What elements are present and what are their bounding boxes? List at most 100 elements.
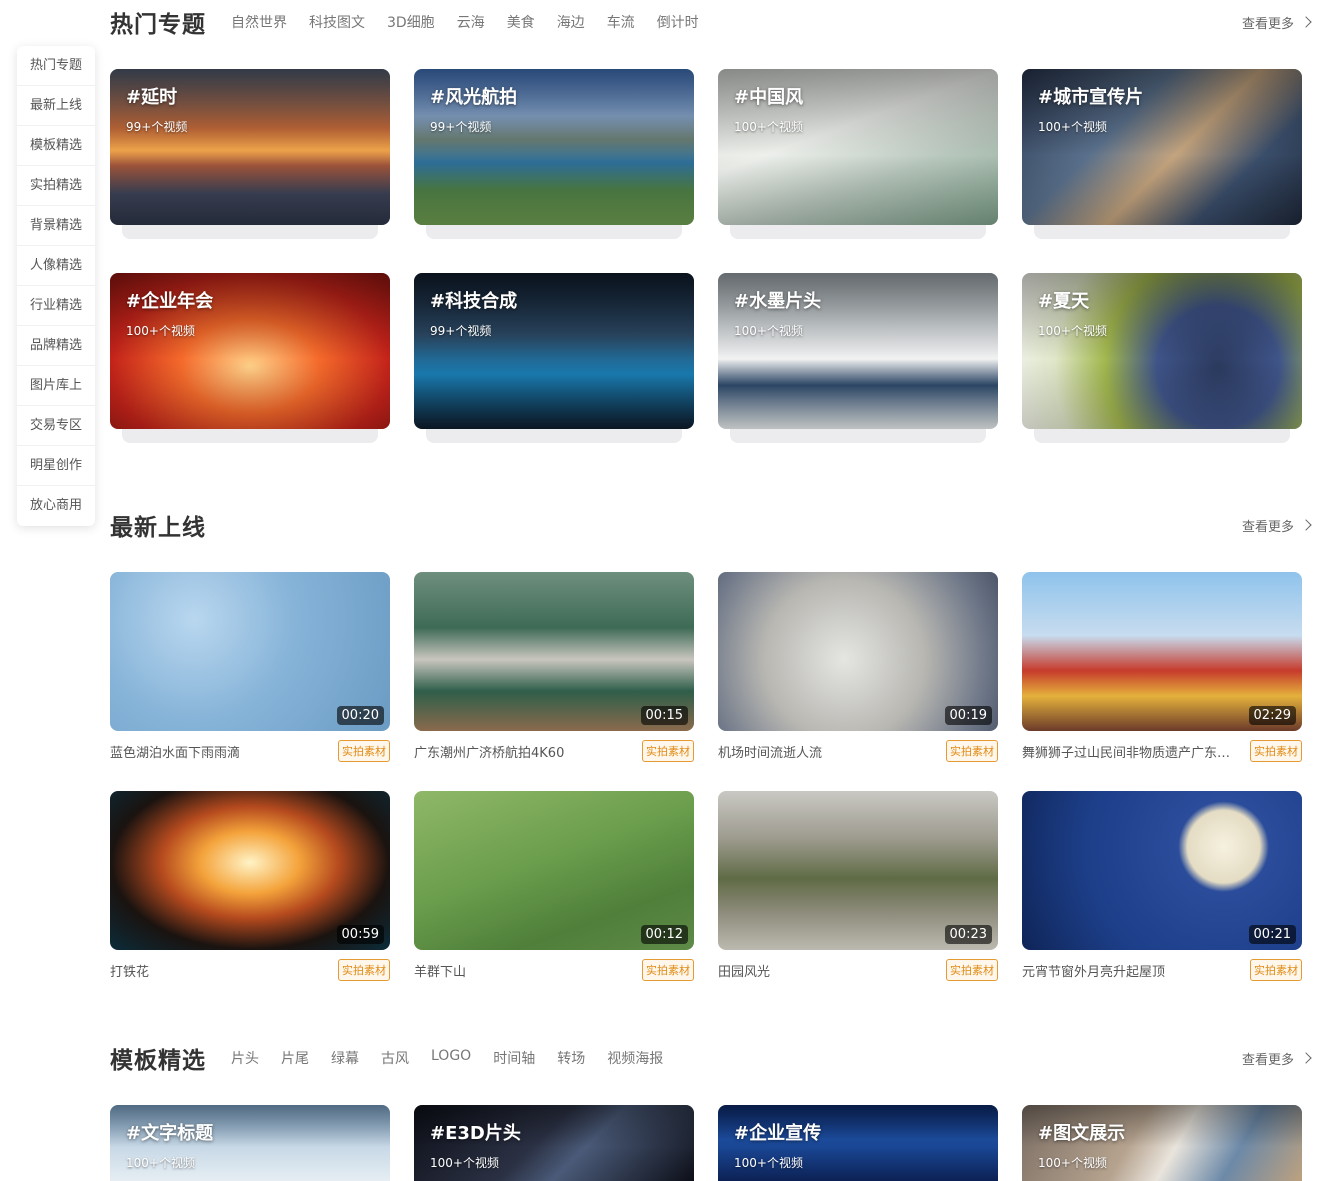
view-more-link[interactable]: 查看更多 bbox=[1241, 516, 1312, 535]
topic-card[interactable]: #延时 99+个视频 bbox=[110, 69, 390, 225]
templates-tabs: 片头 片尾 绿幕 古风 LOGO 时间轴 转场 视频海报 bbox=[220, 1048, 674, 1068]
video-thumbnail[interactable]: 00:23 bbox=[718, 791, 998, 950]
topic-card[interactable]: #风光航拍 99+个视频 bbox=[414, 69, 694, 225]
video-card: 00:15 广东潮州广济桥航拍4K60 实拍素材 bbox=[414, 572, 694, 762]
topic-name: #科技合成 bbox=[430, 291, 518, 312]
tab-food[interactable]: 美食 bbox=[507, 12, 535, 32]
topic-count: 100+个视频 bbox=[430, 1156, 499, 1170]
video-duration: 00:21 bbox=[1248, 925, 1296, 944]
sidenav-item-portraits[interactable]: 人像精选 bbox=[17, 246, 95, 286]
tab-natural-world[interactable]: 自然世界 bbox=[231, 12, 287, 32]
topic-name: #E3D片头 bbox=[430, 1123, 521, 1144]
video-duration: 02:29 bbox=[1248, 706, 1296, 725]
side-navigation: 热门专题 最新上线 模板精选 实拍精选 背景精选 人像精选 行业精选 品牌精选 … bbox=[17, 46, 95, 526]
tab-green-screen[interactable]: 绿幕 bbox=[331, 1048, 359, 1068]
video-card: 02:29 舞狮狮子过山民间非物质遗产广东传统文化 实拍素材 bbox=[1022, 572, 1302, 762]
sidenav-item-brand[interactable]: 品牌精选 bbox=[17, 326, 95, 366]
video-thumbnail[interactable]: 00:19 bbox=[718, 572, 998, 731]
video-card: 00:20 蓝色湖泊水面下雨雨滴 实拍素材 bbox=[110, 572, 390, 762]
topic-card[interactable]: #企业宣传 100+个视频 bbox=[718, 1105, 998, 1181]
video-card: 00:23 田园风光 实拍素材 bbox=[718, 791, 998, 981]
view-more-link[interactable]: 查看更多 bbox=[1242, 1049, 1312, 1068]
sidenav-item-hot-topics[interactable]: 热门专题 bbox=[17, 46, 95, 86]
topic-card[interactable]: #科技合成 99+个视频 bbox=[414, 273, 694, 429]
video-title[interactable]: 田园风光 bbox=[718, 961, 934, 980]
tab-3d-cells[interactable]: 3D细胞 bbox=[387, 12, 435, 32]
tab-logo[interactable]: LOGO bbox=[431, 1048, 471, 1068]
video-duration: 00:15 bbox=[640, 706, 688, 725]
topic-card[interactable]: #图文展示 100+个视频 bbox=[1022, 1105, 1302, 1181]
sidenav-item-latest[interactable]: 最新上线 bbox=[17, 86, 95, 126]
tab-countdown[interactable]: 倒计时 bbox=[657, 12, 699, 32]
tab-traffic[interactable]: 车流 bbox=[607, 12, 635, 32]
video-thumbnail[interactable]: 00:21 bbox=[1022, 791, 1302, 950]
video-title[interactable]: 广东潮州广济桥航拍4K60 bbox=[414, 742, 630, 761]
video-card: 00:12 羊群下山 实拍素材 bbox=[414, 791, 694, 981]
sidenav-item-star-creation[interactable]: 明星创作 bbox=[17, 446, 95, 486]
topic-name: #企业年会 bbox=[126, 291, 214, 312]
video-title[interactable]: 机场时间流逝人流 bbox=[718, 742, 934, 761]
hot-topics-tabs: 自然世界 科技图文 3D细胞 云海 美食 海边 车流 倒计时 bbox=[220, 12, 710, 32]
view-more-link[interactable]: 查看更多 bbox=[1241, 13, 1312, 32]
view-more-label: 查看更多 bbox=[1241, 519, 1294, 535]
tab-video-poster[interactable]: 视频海报 bbox=[607, 1048, 663, 1068]
video-duration: 00:12 bbox=[640, 925, 688, 944]
topic-count: 100+个视频 bbox=[1038, 1156, 1107, 1170]
topic-name: #延时 bbox=[126, 87, 178, 108]
footage-badge: 实拍素材 bbox=[1250, 740, 1302, 762]
video-title[interactable]: 元宵节窗外月亮升起屋顶 bbox=[1022, 961, 1238, 980]
video-thumbnail[interactable]: 02:29 bbox=[1022, 572, 1302, 731]
tab-tech-graphics[interactable]: 科技图文 bbox=[309, 12, 365, 32]
topic-name: #夏天 bbox=[1038, 291, 1090, 312]
topic-card[interactable]: #城市宣传片 100+个视频 bbox=[1022, 69, 1302, 225]
topic-name: #城市宣传片 bbox=[1038, 87, 1144, 108]
video-title[interactable]: 舞狮狮子过山民间非物质遗产广东传统文化 bbox=[1022, 742, 1238, 761]
chevron-right-icon bbox=[1300, 16, 1312, 28]
video-thumbnail[interactable]: 00:59 bbox=[110, 791, 390, 950]
topic-card[interactable]: #夏天 100+个视频 bbox=[1022, 273, 1302, 429]
video-thumbnail[interactable]: 00:12 bbox=[414, 791, 694, 950]
tab-outro[interactable]: 片尾 bbox=[281, 1048, 309, 1068]
video-duration: 00:20 bbox=[336, 706, 384, 725]
video-title[interactable]: 打铁花 bbox=[110, 961, 326, 980]
hot-topics-header: 热门专题 自然世界 科技图文 3D细胞 云海 美食 海边 车流 倒计时 查看更多 bbox=[110, 2, 1312, 42]
sidenav-item-trade-zone[interactable]: 交易专区 bbox=[17, 406, 95, 446]
topic-name: #水墨片头 bbox=[734, 291, 822, 312]
topic-card[interactable]: #文字标题 100+个视频 bbox=[110, 1105, 390, 1181]
video-title[interactable]: 蓝色湖泊水面下雨雨滴 bbox=[110, 742, 326, 761]
video-thumbnail[interactable]: 00:20 bbox=[110, 572, 390, 731]
topic-name: #中国风 bbox=[734, 87, 804, 108]
topic-card[interactable]: #水墨片头 100+个视频 bbox=[718, 273, 998, 429]
tab-seaside[interactable]: 海边 bbox=[557, 12, 585, 32]
footage-badge: 实拍素材 bbox=[1250, 959, 1302, 981]
topic-name: #风光航拍 bbox=[430, 87, 518, 108]
topic-count: 100+个视频 bbox=[1038, 324, 1107, 338]
topic-count: 100+个视频 bbox=[734, 120, 803, 134]
tab-timeline[interactable]: 时间轴 bbox=[493, 1048, 535, 1068]
sidenav-item-backgrounds[interactable]: 背景精选 bbox=[17, 206, 95, 246]
sidenav-item-templates[interactable]: 模板精选 bbox=[17, 126, 95, 166]
tab-ancient-style[interactable]: 古风 bbox=[381, 1048, 409, 1068]
video-thumbnail[interactable]: 00:15 bbox=[414, 572, 694, 731]
view-more-label: 查看更多 bbox=[1241, 16, 1294, 32]
section-title: 最新上线 bbox=[110, 515, 206, 541]
topic-card[interactable]: #中国风 100+个视频 bbox=[718, 69, 998, 225]
topic-name: #文字标题 bbox=[126, 1123, 214, 1144]
video-card: 00:59 打铁花 实拍素材 bbox=[110, 791, 390, 981]
sidenav-item-industry[interactable]: 行业精选 bbox=[17, 286, 95, 326]
topic-count: 99+个视频 bbox=[430, 324, 492, 338]
tab-intro[interactable]: 片头 bbox=[231, 1048, 259, 1068]
chevron-right-icon bbox=[1300, 1052, 1312, 1064]
footage-badge: 实拍素材 bbox=[946, 959, 998, 981]
video-card: 00:19 机场时间流逝人流 实拍素材 bbox=[718, 572, 998, 762]
sidenav-item-image-library[interactable]: 图片库上 bbox=[17, 366, 95, 406]
topic-count: 99+个视频 bbox=[430, 120, 492, 134]
tab-transition[interactable]: 转场 bbox=[557, 1048, 585, 1068]
sidenav-item-commercial-safe[interactable]: 放心商用 bbox=[17, 486, 95, 526]
topic-card[interactable]: #E3D片头 100+个视频 bbox=[414, 1105, 694, 1181]
tab-sea-of-clouds[interactable]: 云海 bbox=[457, 12, 485, 32]
video-card: 00:21 元宵节窗外月亮升起屋顶 实拍素材 bbox=[1022, 791, 1302, 981]
topic-card[interactable]: #企业年会 100+个视频 bbox=[110, 273, 390, 429]
sidenav-item-footage[interactable]: 实拍精选 bbox=[17, 166, 95, 206]
video-title[interactable]: 羊群下山 bbox=[414, 961, 630, 980]
